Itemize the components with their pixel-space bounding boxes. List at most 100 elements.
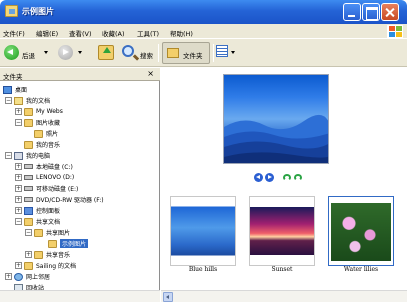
folder-up-icon[interactable] [98, 45, 114, 60]
folders-icon [167, 48, 179, 58]
water-lilies-image [331, 203, 391, 261]
toolbar: 后退 搜索 文件夹 [0, 39, 407, 67]
next-image-icon[interactable] [265, 173, 274, 182]
horizontal-scrollbar[interactable] [161, 290, 407, 302]
previous-image-icon[interactable] [254, 173, 263, 182]
folder-icon [5, 5, 18, 17]
folder-icon [24, 217, 33, 226]
expand-icon[interactable]: + [15, 196, 22, 203]
views-dropdown-icon[interactable] [231, 51, 235, 54]
expand-icon[interactable]: + [15, 108, 22, 115]
folders-button[interactable]: 文件夹 [162, 42, 210, 64]
tree-item-drive-e[interactable]: 可移动磁盘 (E:) [24, 183, 78, 194]
forward-arrow-icon[interactable] [58, 45, 73, 60]
folder-pane-header: 文件夹 × [0, 68, 160, 81]
thumbnail-water-lilies[interactable] [328, 196, 394, 266]
menu-edit[interactable]: 编辑(E) [36, 28, 58, 38]
tree-item-my-webs[interactable]: My Webs [24, 106, 63, 117]
minimize-button[interactable] [343, 3, 361, 21]
expand-icon[interactable]: + [15, 163, 22, 170]
removable-drive-icon [24, 186, 33, 191]
title-bar: 示例图片 [0, 0, 407, 24]
tree-item-control-panel[interactable]: 控制面板 [24, 205, 60, 216]
thumbnail-sunset[interactable] [249, 196, 315, 266]
open-folder-icon [48, 239, 57, 248]
search-icon[interactable] [122, 45, 134, 57]
folder-icon [24, 261, 33, 270]
forward-dropdown-icon[interactable] [78, 51, 82, 54]
collapse-icon[interactable]: − [5, 97, 12, 104]
menu-tools[interactable]: 工具(T) [137, 28, 159, 38]
back-arrow-icon[interactable] [4, 45, 19, 60]
maximize-button[interactable] [362, 3, 380, 21]
scroll-left-icon[interactable] [163, 292, 173, 302]
expand-icon[interactable]: + [15, 174, 22, 181]
drive-icon [24, 175, 33, 180]
folder-icon [24, 118, 33, 127]
tree-item-desktop[interactable]: 桌面 [3, 84, 27, 95]
expand-icon[interactable]: + [15, 185, 22, 192]
sunset-image [250, 207, 314, 255]
thumbnail-blue-hills[interactable] [170, 196, 236, 266]
network-icon [14, 272, 23, 281]
folder-icon [34, 129, 43, 138]
expand-icon[interactable]: + [15, 262, 22, 269]
search-button-label[interactable]: 搜索 [140, 50, 153, 60]
tree-item-shared-music[interactable]: 共享音乐 [34, 249, 70, 260]
thumbnail-label[interactable]: Sunset [246, 266, 318, 273]
close-pane-icon[interactable]: × [147, 69, 154, 78]
tree-item-drive-d[interactable]: LENOVO (D:) [24, 172, 74, 183]
thumbnail-label[interactable]: Water lilies [325, 266, 397, 273]
tree-horizontal-scrollbar[interactable] [0, 290, 160, 302]
menu-help[interactable]: 帮助(H) [170, 28, 193, 38]
tree-item-my-pictures[interactable]: 图片收藏 [24, 117, 60, 128]
tree-item-shared-pictures[interactable]: 共享图片 [34, 227, 70, 238]
tree-item-sailing-documents[interactable]: Sailing 的文档 [24, 260, 76, 271]
views-icon[interactable] [216, 45, 228, 57]
tree-item-drive-f[interactable]: DVD/CD-RW 驱动器 (F:) [24, 194, 104, 205]
folders-button-label: 文件夹 [183, 52, 203, 60]
windows-logo-icon [387, 25, 403, 38]
close-button[interactable] [381, 3, 399, 21]
drive-icon [24, 164, 33, 169]
collapse-icon[interactable]: − [5, 152, 12, 159]
folder-pane-title: 文件夹 [3, 73, 23, 81]
folder-icon [34, 228, 43, 237]
menu-favorites[interactable]: 收藏(A) [102, 28, 125, 38]
rotate-counterclockwise-icon[interactable] [294, 174, 302, 181]
blue-hills-image [224, 115, 328, 163]
folder-icon [24, 107, 33, 116]
thumbnail-label[interactable]: Blue hills [167, 266, 239, 273]
folder-tree-pane: 文件夹 × 桌面 − 我的文档 + My Webs − 图片收藏 照片 我的音乐… [0, 68, 160, 302]
tree-item-photos[interactable]: 照片 [34, 128, 58, 139]
toolbar-separator [158, 44, 159, 62]
control-panel-icon [24, 206, 33, 215]
folder-icon [24, 140, 33, 149]
tree-item-my-documents[interactable]: 我的文档 [14, 95, 50, 106]
desktop-icon [3, 85, 12, 94]
back-dropdown-icon[interactable] [44, 51, 48, 54]
rotate-clockwise-icon[interactable] [283, 174, 291, 181]
expand-icon[interactable]: + [25, 251, 32, 258]
tree-item-network[interactable]: 网上邻居 [14, 271, 50, 282]
window-title: 示例图片 [22, 7, 54, 16]
expand-icon[interactable]: + [5, 273, 12, 280]
tree-item-shared-documents[interactable]: 共享文档 [24, 216, 60, 227]
collapse-icon[interactable]: − [25, 229, 32, 236]
tree-item-my-computer[interactable]: 我的电脑 [14, 150, 50, 161]
image-preview[interactable] [223, 74, 329, 164]
toolbar-separator [213, 44, 214, 62]
dvd-drive-icon [24, 197, 33, 202]
tree-item-drive-c[interactable]: 本地磁盘 (C:) [24, 161, 73, 172]
tree-item-my-music[interactable]: 我的音乐 [24, 139, 60, 150]
tree-item-sample-pictures[interactable]: 示例图片 [48, 238, 89, 249]
expand-icon[interactable]: + [15, 207, 22, 214]
back-button-label[interactable]: 后退 [22, 50, 35, 60]
folder-icon [34, 250, 43, 259]
collapse-icon[interactable]: − [15, 218, 22, 225]
filmstrip-view: Blue hills Sunset Water lilies [161, 68, 407, 302]
menu-file[interactable]: 文件(F) [3, 28, 25, 38]
menu-view[interactable]: 查看(V) [69, 28, 92, 38]
my-computer-icon [14, 151, 23, 160]
collapse-icon[interactable]: − [15, 119, 22, 126]
